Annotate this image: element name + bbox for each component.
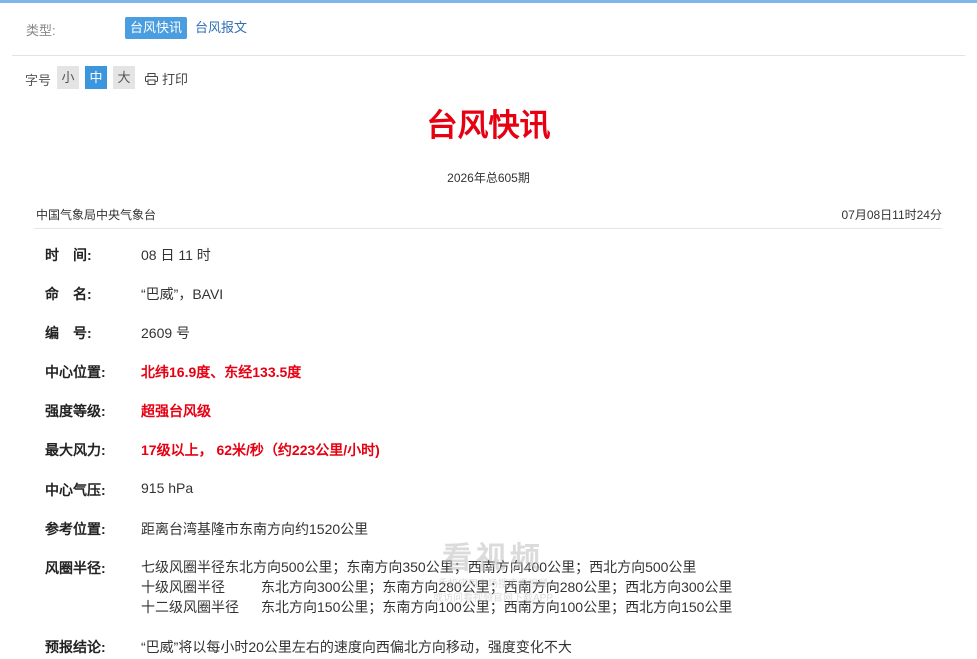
row-value: 915 hPa — [141, 480, 194, 496]
row-key: 中心位置: — [45, 364, 106, 380]
wind-nw: 西北方向300公里 — [625, 579, 733, 595]
row-value: 北纬16.9度、东经133.5度 — [141, 364, 302, 380]
article-title: 台风快讯 — [426, 108, 551, 143]
row-value: 17级以上， 62米/秒（约223公里/小时) — [141, 442, 380, 458]
print-label: 打印 — [162, 72, 189, 87]
type-filter-bar: 类型: 台风快讯 台风报文 — [0, 3, 977, 55]
wind-radius-line: 七级风圈半径东北方向500公里；东南方向350公里；西南方向400公里；西北方向… — [141, 557, 732, 577]
wind-sw: 西南方向280公里； — [503, 579, 626, 595]
wind-se: 东南方向280公里； — [382, 579, 504, 595]
wind-level: 十级风圈半径 — [141, 579, 225, 595]
font-large-button[interactable]: 大 — [113, 66, 135, 89]
issue-number: 2026年总605期 — [447, 171, 530, 185]
wind-level: 七级风圈半径 — [141, 559, 225, 575]
row-key: 中心气压: — [45, 482, 106, 498]
row-value: 2609 号 — [141, 325, 191, 341]
wind-nw: 西北方向150公里 — [625, 599, 733, 615]
divider — [34, 228, 942, 229]
wind-sw: 西南方向400公里； — [467, 559, 590, 575]
printer-icon — [145, 73, 158, 85]
font-small-button[interactable]: 小 — [57, 66, 79, 89]
wind-radius-line: 十二级风圈半径 东北方向150公里；东南方向100公里；西南方向100公里；西北方… — [141, 597, 732, 617]
wind-radius-line: 十级风圈半径 东北方向300公里；东南方向280公里；西南方向280公里；西北方向… — [141, 577, 732, 597]
row-value: 超强台风级 — [141, 403, 211, 419]
row-key: 编 号: — [45, 325, 92, 341]
font-size-label: 字号 — [25, 73, 52, 88]
wind-level: 十二级风圈半径 — [141, 599, 239, 615]
issue-time: 07月08日11时24分 — [841, 208, 942, 222]
row-value: 距离台湾基隆市东南方向约1520公里 — [141, 521, 369, 537]
row-key: 时 间: — [45, 247, 92, 263]
wind-radius-table: 七级风圈半径东北方向500公里；东南方向350公里；西南方向400公里；西北方向… — [141, 557, 732, 617]
row-key: 最大风力: — [45, 442, 106, 458]
row-value: “巴威”将以每小时20公里左右的速度向西偏北方向移动，强度变化不大 — [141, 639, 572, 655]
wind-ne: 东北方向300公里； — [261, 579, 383, 595]
wind-se: 东南方向100公里； — [382, 599, 504, 615]
wind-se: 东南方向350公里； — [346, 559, 468, 575]
row-key: 强度等级: — [45, 403, 106, 419]
row-key: 预报结论: — [45, 639, 106, 655]
tab-typhoon-report[interactable]: 台风报文 — [190, 17, 252, 39]
type-label: 类型: — [26, 23, 56, 38]
row-key: 风圈半径: — [45, 560, 106, 576]
wind-ne: 东北方向150公里； — [261, 599, 383, 615]
row-key: 参考位置: — [45, 521, 106, 537]
tab-typhoon-bulletin[interactable]: 台风快讯 — [125, 17, 188, 39]
row-value: 08 日 11 时 — [141, 247, 211, 263]
row-key: 命 名: — [45, 286, 92, 302]
issuing-agency: 中国气象局中央气象台 — [36, 208, 157, 222]
divider — [12, 55, 965, 56]
wind-sw: 西南方向100公里； — [503, 599, 626, 615]
print-button[interactable]: 打印 — [145, 69, 188, 88]
row-value: “巴威”，BAVI — [141, 286, 224, 302]
font-medium-button[interactable]: 中 — [85, 66, 107, 89]
wind-nw: 西北方向500公里 — [589, 559, 697, 575]
wind-ne: 东北方向500公里； — [225, 559, 347, 575]
